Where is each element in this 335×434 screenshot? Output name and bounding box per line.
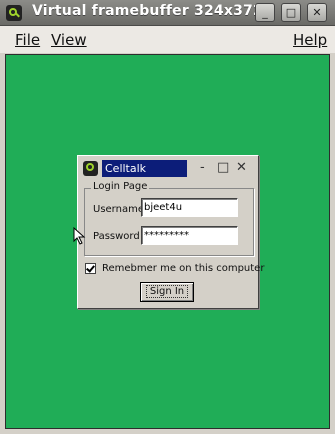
window-titlebar[interactable]: Virtual framebuffer 324x372 _ □ ✕	[0, 0, 335, 26]
sign-in-label: Sign In	[145, 285, 189, 298]
sign-in-button[interactable]: Sign In	[140, 282, 194, 302]
menu-view[interactable]: View	[51, 31, 87, 49]
login-group-label: Login Page	[91, 181, 150, 192]
dialog-close-button[interactable]: ✕	[236, 160, 247, 176]
menu-help[interactable]: Help	[293, 31, 327, 49]
menu-help-label: Help	[293, 31, 328, 49]
window-title: Virtual framebuffer 324x372	[32, 3, 263, 19]
menubar: File View Help	[0, 26, 335, 53]
password-field[interactable]: *********	[141, 226, 238, 245]
menu-file[interactable]: File	[15, 31, 40, 49]
menu-view-label: View	[51, 31, 87, 49]
menu-file-label: File	[15, 31, 41, 49]
close-button[interactable]: ✕	[307, 3, 327, 22]
login-groupbox: Login Page Username bjeet4u Password ***…	[84, 181, 254, 256]
dialog-app-icon	[83, 161, 98, 176]
app-logo-icon	[6, 5, 22, 21]
dialog-title: Celltalk	[102, 160, 187, 177]
username-field[interactable]: bjeet4u	[141, 198, 238, 217]
dialog-minimize-button[interactable]: -	[200, 160, 205, 176]
password-label: Password	[93, 231, 140, 242]
maximize-button[interactable]: □	[281, 3, 301, 22]
username-label: Username	[93, 204, 144, 215]
login-dialog: Celltalk - □ ✕ Login Page Username bjeet…	[77, 155, 264, 309]
minimize-button[interactable]: _	[255, 3, 275, 22]
mouse-pointer-icon	[73, 227, 86, 245]
remember-me-checkbox[interactable]	[85, 263, 96, 274]
dialog-maximize-button[interactable]: □	[217, 160, 229, 176]
remember-me-label: Remebmer me on this computer	[102, 263, 265, 274]
